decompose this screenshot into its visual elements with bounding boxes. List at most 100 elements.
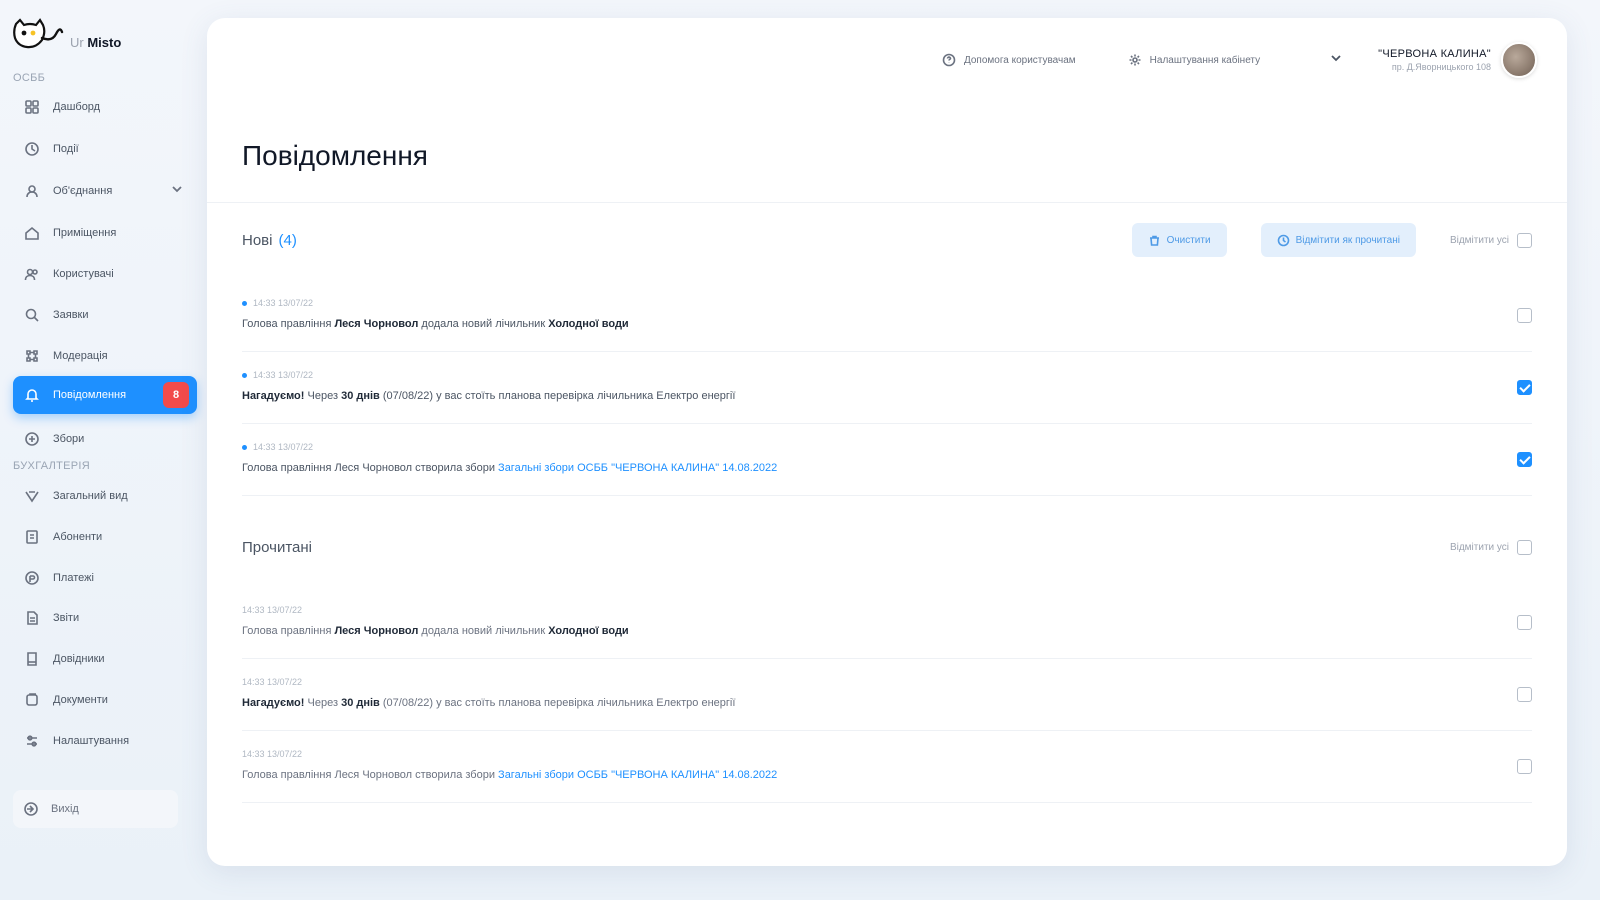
user-name: "ЧЕРВОНА КАЛИНА" — [1378, 48, 1491, 60]
sidebar: Ur Misto ОСББ Дашборд Події Об'єднання П… — [0, 0, 200, 900]
notification-checkbox[interactable] — [1517, 687, 1532, 702]
meetings-icon — [23, 430, 41, 448]
sidebar-item-label: Документи — [53, 694, 108, 706]
notification-checkbox[interactable] — [1517, 380, 1532, 395]
avatar[interactable] — [1501, 42, 1537, 78]
unread-dot-icon — [242, 300, 247, 306]
logo-prefix: Ur — [70, 35, 84, 50]
mark-as-read-label: Відмітити як прочитані — [1295, 234, 1400, 246]
logo[interactable]: Ur Misto — [12, 18, 121, 52]
sidebar-item-subscribers[interactable]: Абоненти — [13, 518, 197, 556]
notification-checkbox[interactable] — [1517, 308, 1532, 323]
mark-all-label: Відмітити усі — [1449, 541, 1509, 553]
moderation-icon — [23, 347, 41, 365]
user-address: пр. Д.Яворницького 108 — [1391, 62, 1491, 72]
events-icon — [23, 140, 41, 158]
sidebar-item-reference[interactable]: Довідники — [13, 640, 197, 678]
sidebar-item-label: Збори — [53, 433, 85, 445]
reports-icon — [23, 609, 41, 627]
logout-icon — [24, 802, 38, 816]
notification-text: Нагадуємо! Через 30 днів (07/08/22) у ва… — [242, 390, 736, 402]
gear-icon — [1129, 54, 1141, 66]
requests-icon — [23, 306, 41, 324]
sidebar-item-label: Події — [53, 143, 79, 155]
notification-time: 14:33 13/07/22 — [242, 749, 303, 759]
notification-item[interactable]: 14:33 13/07/22 Голова правління Леся Чор… — [242, 587, 1532, 659]
sidebar-item-requests[interactable]: Заявки — [13, 296, 197, 334]
mark-all-new[interactable]: Відмітити усі — [1450, 232, 1532, 248]
mark-all-read[interactable]: Відмітити усі — [1449, 539, 1532, 555]
notification-time: 14:33 13/07/22 — [253, 298, 314, 308]
logo-name: Misto — [87, 35, 122, 50]
read-notifications-header: Прочитані Відмітити усі — [242, 529, 1532, 565]
notification-item[interactable]: 14:33 13/07/22 Нагадуємо! Через 30 днів … — [242, 352, 1532, 424]
sidebar-item-premises[interactable]: Приміщення — [13, 214, 197, 252]
sidebar-item-settings[interactable]: Налаштування — [13, 722, 197, 760]
sidebar-item-moderation[interactable]: Модерація — [13, 337, 197, 375]
sidebar-item-users[interactable]: Користувачі — [13, 255, 197, 293]
meeting-link[interactable]: Загальні збори ОСББ "ЧЕРВОНА КАЛИНА" 14.… — [498, 769, 777, 781]
help-label: Допомога користувачам — [963, 54, 1076, 66]
sidebar-item-payments[interactable]: Платежі — [13, 559, 197, 597]
notification-checkbox[interactable] — [1517, 615, 1532, 630]
topbar: Допомога користувачам Налаштування кабін… — [942, 42, 1537, 78]
sidebar-item-label: Користувачі — [53, 268, 114, 280]
mark-all-new-checkbox[interactable] — [1517, 232, 1532, 248]
chevron-down-icon[interactable] — [171, 183, 183, 198]
sidebar-item-dashboard[interactable]: Дашборд — [13, 88, 197, 126]
cabinet-settings-label: Налаштування кабінету — [1149, 54, 1261, 66]
sidebar-item-label: Абоненти — [53, 531, 103, 543]
notification-time: 14:33 13/07/22 — [253, 442, 314, 452]
section-accounting: БУХГАЛТЕРІЯ — [13, 460, 91, 472]
payments-icon — [23, 569, 41, 587]
sidebar-item-union[interactable]: Об'єднання — [13, 172, 197, 210]
new-group-count: (4) — [278, 231, 297, 249]
notification-time: 14:33 13/07/22 — [253, 370, 314, 380]
account-dropdown-chevron-icon[interactable] — [1330, 51, 1342, 69]
cabinet-settings-link[interactable]: Налаштування кабінету — [1128, 53, 1260, 67]
notification-checkbox[interactable] — [1517, 759, 1532, 774]
clear-button[interactable]: Очистити — [1131, 223, 1227, 257]
notification-item[interactable]: 14:33 13/07/22 Нагадуємо! Через 30 днів … — [242, 659, 1532, 731]
main-card: Допомога користувачам Налаштування кабін… — [207, 18, 1567, 866]
user-info[interactable]: "ЧЕРВОНА КАЛИНА" пр. Д.Яворницького 108 — [1378, 48, 1491, 72]
logout-button[interactable]: Вихід — [13, 790, 178, 828]
sidebar-item-label: Налаштування — [53, 735, 130, 747]
page-title: Повідомлення — [242, 140, 428, 171]
meeting-link[interactable]: Загальні збори ОСББ "ЧЕРВОНА КАЛИНА" 14.… — [498, 462, 777, 474]
sidebar-item-meetings[interactable]: Збори — [13, 420, 197, 458]
mark-all-read-checkbox[interactable] — [1517, 539, 1532, 555]
users-icon — [23, 265, 41, 283]
clear-label: Очистити — [1166, 234, 1211, 246]
mark-as-read-button[interactable]: Відмітити як прочитані — [1260, 223, 1416, 257]
notification-item[interactable]: 14:33 13/07/22 Голова правління Леся Чор… — [242, 731, 1532, 803]
notification-item[interactable]: 14:33 13/07/22 Голова правління Леся Чор… — [242, 280, 1532, 352]
documents-icon — [23, 691, 41, 709]
sidebar-item-overview[interactable]: Загальний вид — [13, 477, 197, 515]
unread-dot-icon — [242, 444, 247, 450]
sidebar-item-label: Загальний вид — [53, 490, 128, 502]
clock-icon — [1277, 234, 1289, 246]
sidebar-item-notifications[interactable]: Повідомлення 8 — [13, 376, 197, 414]
trash-icon — [1149, 235, 1159, 246]
subscribers-icon — [23, 528, 41, 546]
help-icon — [942, 53, 956, 67]
sidebar-item-events[interactable]: Події — [13, 130, 197, 168]
sidebar-item-reports[interactable]: Звіти — [13, 599, 197, 637]
notification-item[interactable]: 14:33 13/07/22 Голова правління Леся Чор… — [242, 424, 1532, 496]
read-group-title: Прочитані — [242, 538, 312, 556]
notification-text: Нагадуємо! Через 30 днів (07/08/22) у ва… — [242, 697, 736, 709]
title-divider — [207, 202, 1567, 203]
unread-dot-icon — [242, 372, 247, 378]
sidebar-item-label: Платежі — [53, 572, 94, 584]
notification-checkbox[interactable] — [1517, 452, 1532, 467]
sidebar-item-label: Модерація — [53, 350, 108, 362]
bell-icon — [23, 386, 41, 404]
notification-time: 14:33 13/07/22 — [242, 677, 303, 687]
help-link[interactable]: Допомога користувачам — [942, 53, 1076, 67]
sidebar-item-documents[interactable]: Документи — [13, 681, 197, 719]
logout-label: Вихід — [51, 803, 79, 815]
section-osbb: ОСББ — [13, 72, 46, 84]
notification-text: Голова правління Леся Чорновол створила … — [242, 769, 778, 781]
cat-logo-icon — [13, 18, 64, 49]
